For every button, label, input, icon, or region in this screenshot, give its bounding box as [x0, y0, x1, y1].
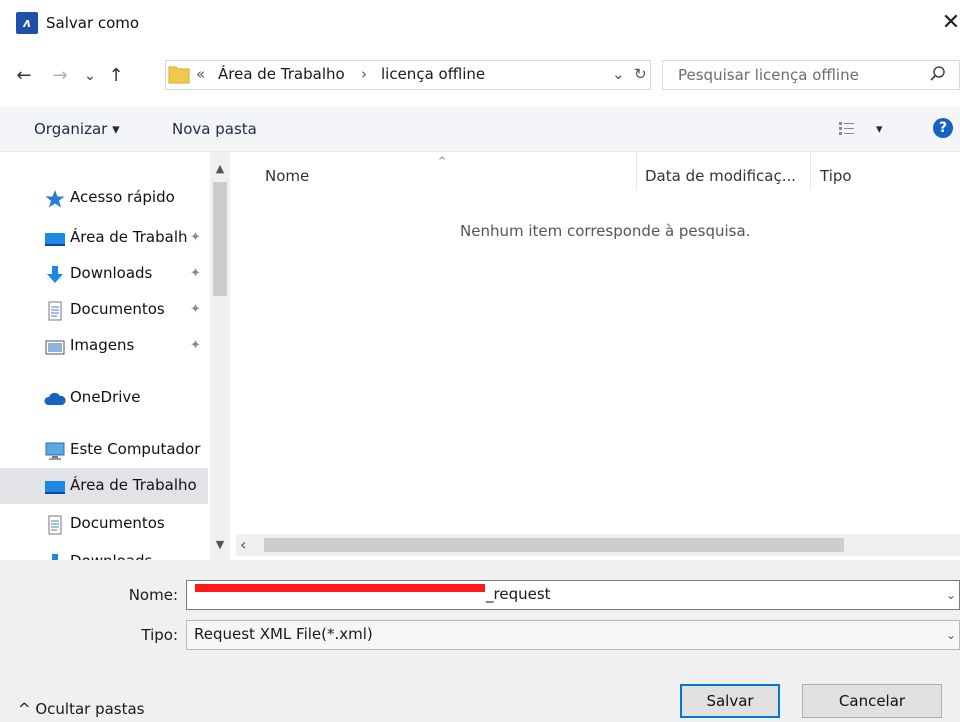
download-icon — [47, 266, 63, 283]
cloud-icon — [44, 392, 66, 405]
empty-list-message: Nenhum item corresponde à pesquisa. — [460, 222, 751, 240]
breadcrumb-separator: › — [361, 65, 367, 83]
column-divider[interactable] — [636, 152, 637, 190]
sort-indicator-icon: ^ — [438, 156, 447, 167]
pin-icon: ✦ — [190, 266, 201, 281]
column-header-date[interactable]: Data de modificaç... — [645, 167, 805, 185]
pin-icon: ✦ — [190, 230, 201, 245]
breadcrumb-current[interactable]: licença offline — [381, 65, 485, 83]
sidebar-item-label: Área de Trabalho — [70, 228, 188, 246]
back-button[interactable]: ← — [14, 64, 34, 88]
cancel-button[interactable]: Cancelar — [802, 684, 942, 718]
search-icon[interactable] — [928, 64, 948, 84]
sidebar-item-documents[interactable]: Documentos — [0, 506, 208, 542]
sidebar-item-label: OneDrive — [70, 388, 141, 406]
sidebar-item-downloads[interactable]: Downloads — [0, 544, 208, 560]
sidebar-item-this-pc[interactable]: Este Computador — [0, 432, 208, 468]
file-type-label: Tipo: — [141, 626, 178, 644]
new-folder-button[interactable]: Nova pasta — [172, 120, 257, 138]
download-icon — [52, 554, 58, 560]
sidebar-scrollbar[interactable]: ▲ ▼ — [210, 152, 230, 560]
folder-icon — [168, 66, 190, 84]
forward-button[interactable]: → — [50, 64, 70, 88]
column-header-type[interactable]: Tipo — [820, 167, 852, 185]
file-name-dropdown-icon[interactable]: ⌄ — [946, 588, 956, 602]
address-dropdown-icon[interactable]: ⌄ — [612, 65, 625, 83]
refresh-icon[interactable]: ↻ — [634, 65, 647, 83]
hide-folders-toggle[interactable]: ^ Ocultar pastas — [18, 700, 145, 718]
breadcrumb-overflow[interactable]: « — [196, 65, 205, 83]
computer-icon — [45, 442, 65, 460]
redaction-mark — [195, 584, 485, 592]
sidebar-item-label: Área de Trabalho — [70, 476, 196, 494]
title-bar — [0, 0, 960, 52]
scroll-thumb[interactable] — [213, 182, 227, 296]
column-header-name[interactable]: Nome — [265, 167, 309, 185]
column-divider[interactable] — [810, 152, 811, 190]
sidebar-item-desktop-pinned[interactable]: Área de Trabalho ✦ — [0, 220, 208, 256]
window-title: Salvar como — [46, 14, 140, 32]
images-icon — [45, 340, 65, 355]
app-icon: ʌ — [16, 12, 38, 34]
sidebar-item-label: Este Computador — [70, 440, 201, 458]
help-icon[interactable]: ? — [933, 118, 953, 138]
file-type-value: Request XML File(*.xml) — [194, 625, 373, 643]
pin-icon: ✦ — [190, 302, 201, 317]
recent-locations-button[interactable]: ⌄ — [80, 64, 100, 88]
scroll-down-icon[interactable]: ▼ — [210, 538, 230, 551]
sidebar-item-label: Downloads — [70, 264, 153, 282]
view-options-icon[interactable] — [838, 120, 856, 136]
scroll-up-icon[interactable]: ▲ — [210, 162, 230, 175]
scroll-thumb[interactable] — [264, 538, 844, 552]
sidebar-item-images-pinned[interactable]: Imagens ✦ — [0, 328, 208, 364]
file-type-dropdown-icon[interactable]: ⌄ — [946, 628, 956, 642]
sidebar-item-label: Imagens — [70, 336, 135, 354]
view-menu-button[interactable]: ▾ — [876, 122, 883, 137]
sidebar-item-label: Acesso rápido — [70, 188, 175, 206]
sidebar-item-label: Documentos — [70, 514, 165, 532]
up-button[interactable]: ↑ — [106, 64, 126, 88]
documents-icon — [48, 301, 62, 321]
file-list-hscrollbar[interactable]: ‹ — [236, 534, 960, 556]
sidebar-item-onedrive[interactable]: OneDrive — [0, 380, 208, 416]
breadcrumb-desktop[interactable]: Área de Trabalho — [218, 65, 345, 83]
star-icon — [45, 190, 65, 208]
organize-menu[interactable]: Organizar ▾ — [34, 120, 120, 138]
file-name-label: Nome: — [128, 586, 178, 604]
file-name-value: _request — [486, 585, 551, 603]
sidebar-item-documents-pinned[interactable]: Documentos ✦ — [0, 292, 208, 328]
sidebar-item-label: Documentos — [70, 300, 165, 318]
sidebar-item-downloads-pinned[interactable]: Downloads ✦ — [0, 256, 208, 292]
desktop-icon — [45, 481, 65, 494]
navigation-pane: Acesso rápido Área de Trabalho ✦ Downloa… — [0, 152, 230, 560]
search-placeholder: Pesquisar licença offline — [678, 66, 859, 84]
pin-icon: ✦ — [190, 338, 201, 353]
desktop-icon — [45, 233, 65, 246]
sidebar-item-label: Downloads — [70, 552, 192, 560]
sidebar-item-desktop[interactable]: Área de Trabalho — [0, 468, 208, 504]
sidebar-item-quick-access[interactable]: Acesso rápido — [0, 180, 208, 216]
save-button[interactable]: Salvar — [680, 684, 780, 718]
documents-icon — [48, 515, 62, 535]
command-toolbar — [0, 107, 960, 152]
close-icon[interactable]: ✕ — [940, 10, 960, 35]
scroll-left-icon[interactable]: ‹ — [240, 534, 246, 556]
